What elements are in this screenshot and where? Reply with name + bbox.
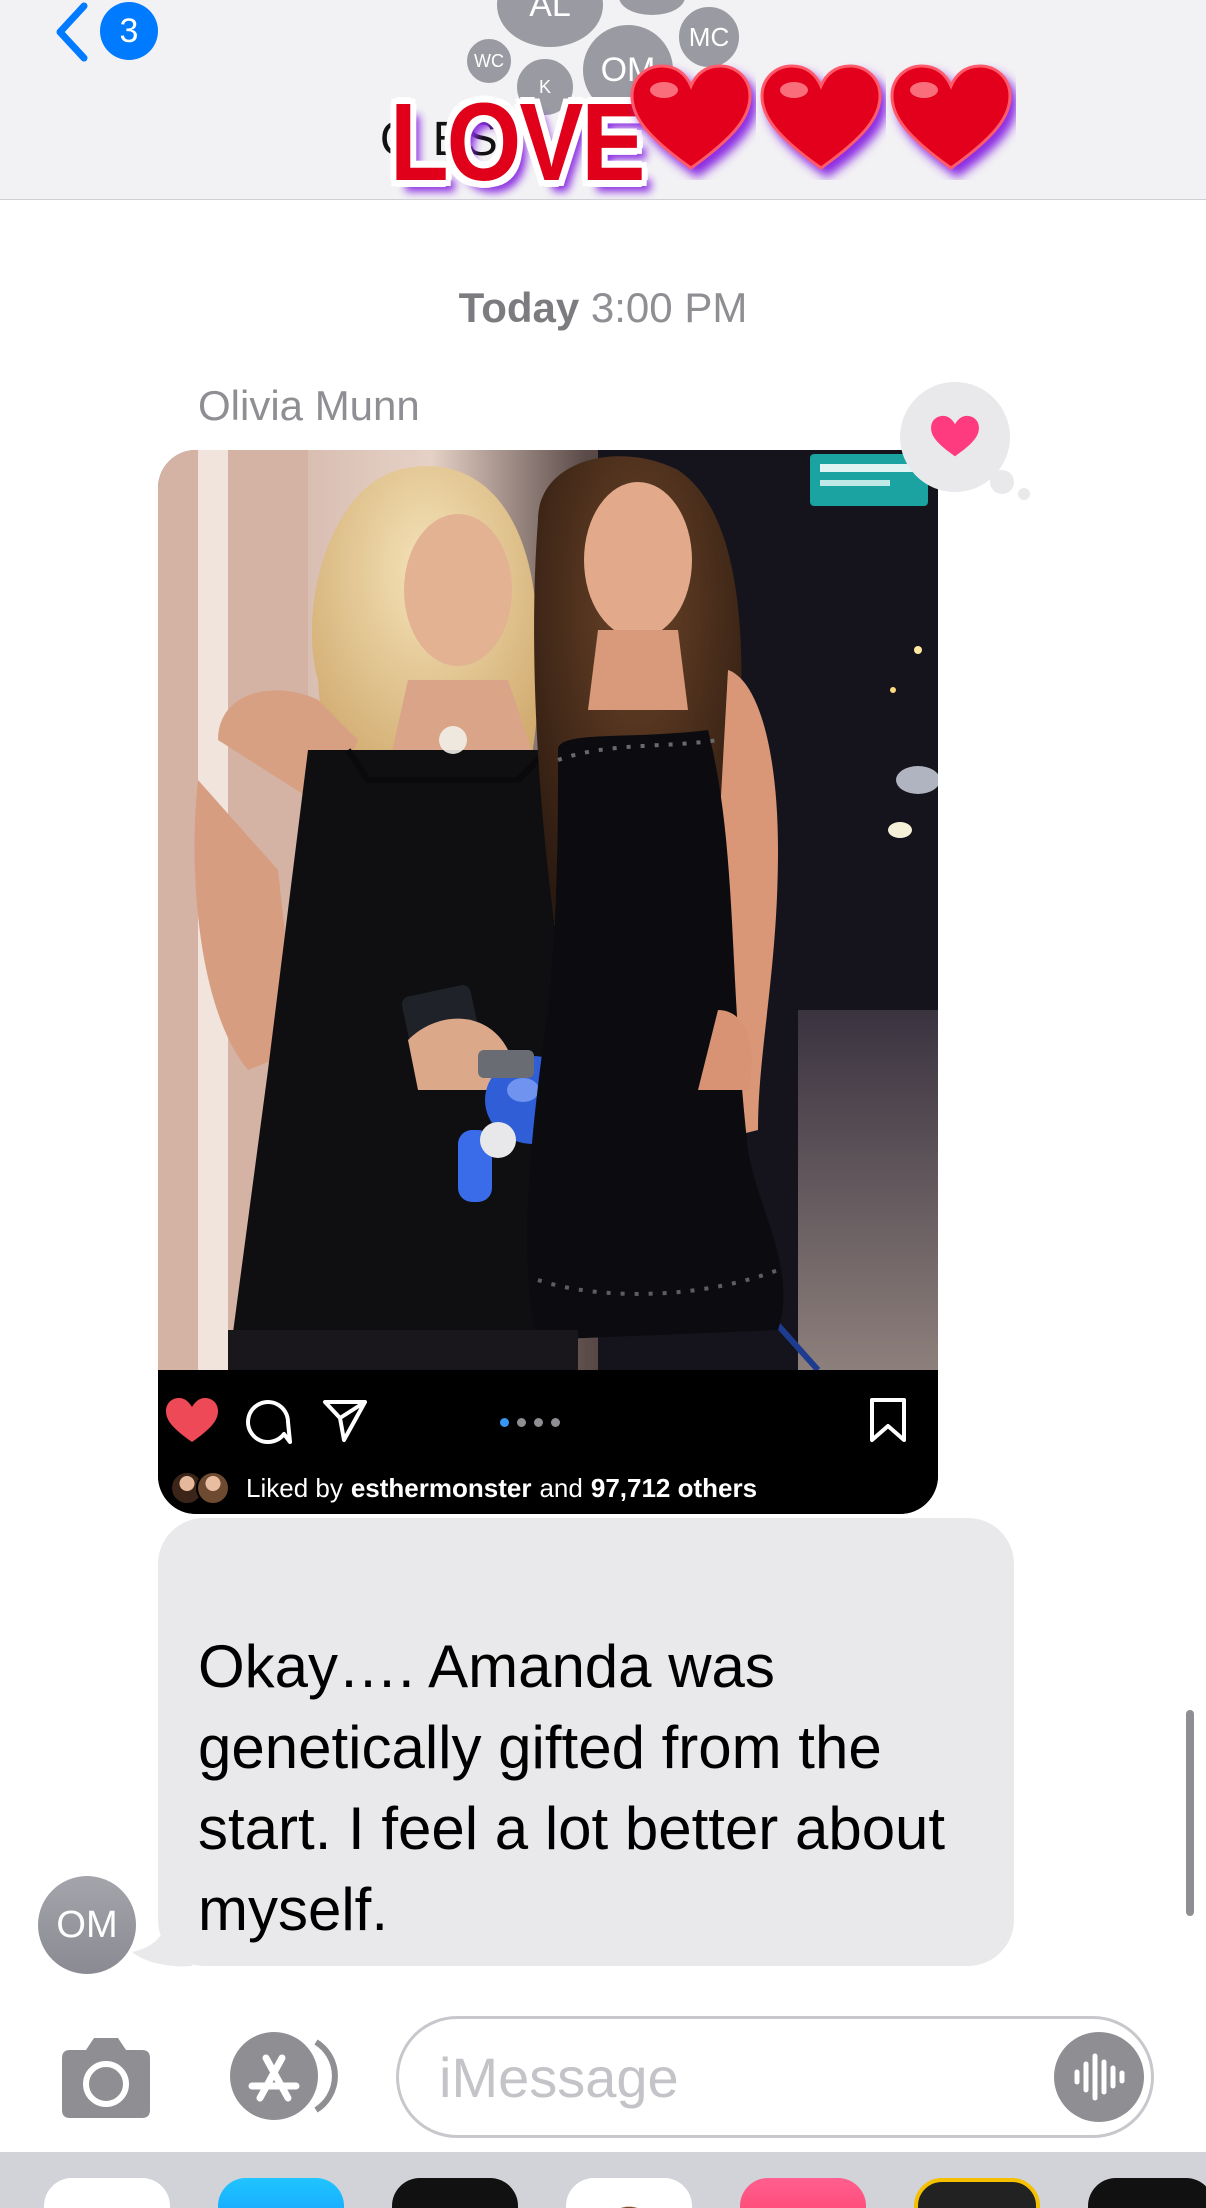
dark-app-icon[interactable] (392, 2178, 518, 2208)
likes-summary[interactable]: Liked by esthermonster and 97,712 others (170, 1468, 765, 1508)
heart-icon (931, 415, 979, 457)
camera-icon[interactable] (54, 2036, 158, 2120)
message-text: Okay…. Amanda was genetically gifted fro… (198, 1633, 946, 1943)
timestamp-time: 3:00 PM (590, 284, 748, 331)
timestamp-day: Today (458, 284, 580, 331)
instagram-post-footer: Liked by esthermonster and 97,712 others (158, 1370, 938, 1514)
carousel-dot (551, 1418, 560, 1427)
scrollbar[interactable] (1186, 1710, 1194, 1916)
liked-by-user[interactable]: esthermonster (351, 1473, 532, 1504)
post-photo[interactable] (158, 450, 938, 1370)
group-avatar-blank[interactable] (616, 0, 688, 18)
imessage-app-drawer (0, 2152, 1206, 2208)
message-composer (0, 1996, 1206, 2152)
carousel-dot (500, 1418, 509, 1427)
liked-by-prefix: Liked by (246, 1472, 343, 1503)
tapback-tail-dot (1018, 488, 1030, 500)
heart-sticker-icon (630, 64, 752, 170)
liked-by-middle: and (539, 1472, 583, 1503)
music-app-icon[interactable] (740, 2178, 866, 2208)
chevron-left-icon (56, 2, 88, 62)
audio-message-button[interactable] (1054, 2032, 1144, 2122)
sender-name: Olivia Munn (198, 382, 420, 429)
back-button[interactable]: 3 (50, 0, 170, 66)
love-sticker: LOVE (390, 50, 1030, 200)
carousel-dot (534, 1418, 543, 1427)
carousel-indicator (500, 1418, 560, 1427)
waveform-icon (1074, 2053, 1125, 2101)
like-heart-icon[interactable] (164, 1396, 220, 1446)
app-store-icon[interactable] (224, 2028, 344, 2124)
sender-avatar[interactable]: OM (38, 1876, 136, 1974)
liker-avatar (196, 1471, 230, 1505)
shared-instagram-post[interactable]: Liked by esthermonster and 97,712 others (158, 450, 938, 1514)
heart-sticker-icon (890, 64, 1012, 170)
share-icon[interactable] (322, 1398, 368, 1444)
liked-by-count[interactable]: 97,712 others (591, 1473, 757, 1504)
app-store-app-icon[interactable] (218, 2178, 344, 2208)
digital-touch-app-icon[interactable] (1088, 2178, 1206, 2208)
animoji-app-icon[interactable] (914, 2178, 1040, 2208)
heart-sticker-icon (760, 64, 882, 170)
imessage-input[interactable] (396, 2016, 1154, 2138)
conversation-header: 3 AL MC WC K OM Q ES LOVE (0, 0, 1206, 200)
bookmark-icon[interactable] (868, 1396, 908, 1444)
unread-count-badge: 3 (100, 2, 158, 60)
photos-app-icon[interactable] (44, 2178, 170, 2208)
comment-icon[interactable] (244, 1398, 292, 1446)
tapback-tail-dot (990, 470, 1014, 494)
message-timestamp: Today 3:00 PM (0, 284, 1206, 332)
received-message-bubble[interactable]: Okay…. Amanda was genetically gifted fro… (158, 1518, 1014, 1966)
memoji-app-icon[interactable] (566, 2178, 692, 2208)
carousel-dot (517, 1418, 526, 1427)
liker-avatars (170, 1471, 236, 1505)
love-sticker-text: LOVE (390, 81, 645, 200)
